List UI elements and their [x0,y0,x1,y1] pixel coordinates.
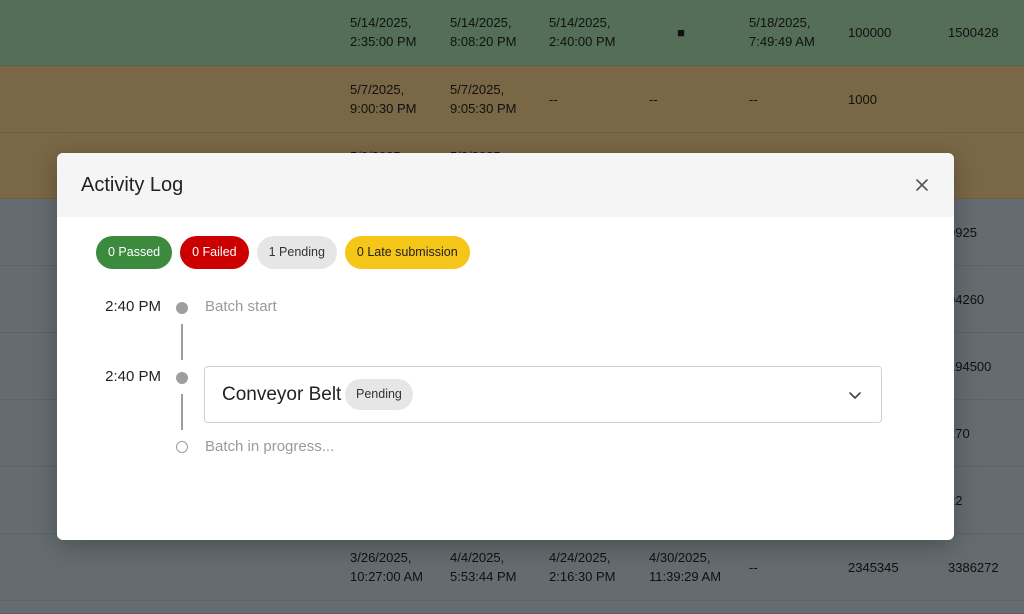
step-name: Conveyor Belt [222,384,342,405]
batch-in-progress-label: Batch in progress... [205,438,335,455]
chevron-down-icon [849,392,861,399]
timeline-dot-icon [176,302,188,314]
batch-start-label: Batch start [205,298,277,315]
batch-start-time: 2:40 PM [105,298,161,315]
dialog-header: Activity Log [57,153,954,217]
late-submission-chip[interactable]: 0 Late submission [344,236,470,269]
step-card-conveyor-belt[interactable]: Conveyor Belt Pending [204,366,882,423]
timeline-pending-dot-icon [176,441,188,453]
activity-log-dialog: Activity Log 0 Passed 0 Failed 1 Pending… [57,153,954,540]
timeline-connector [181,324,183,360]
failed-count-chip[interactable]: 0 Failed [180,236,249,269]
status-summary: 0 Passed 0 Failed 1 Pending 0 Late submi… [96,236,470,269]
timeline-dot-icon [176,372,188,384]
step-time: 2:40 PM [105,368,161,385]
close-icon [916,179,928,191]
close-button[interactable] [912,175,932,195]
timeline-connector [181,394,183,430]
dialog-title: Activity Log [81,174,184,196]
passed-count-chip[interactable]: 0 Passed [96,236,173,269]
pending-count-chip[interactable]: 1 Pending [256,236,337,269]
step-status-badge: Pending [345,379,413,410]
expand-button[interactable] [847,387,863,403]
